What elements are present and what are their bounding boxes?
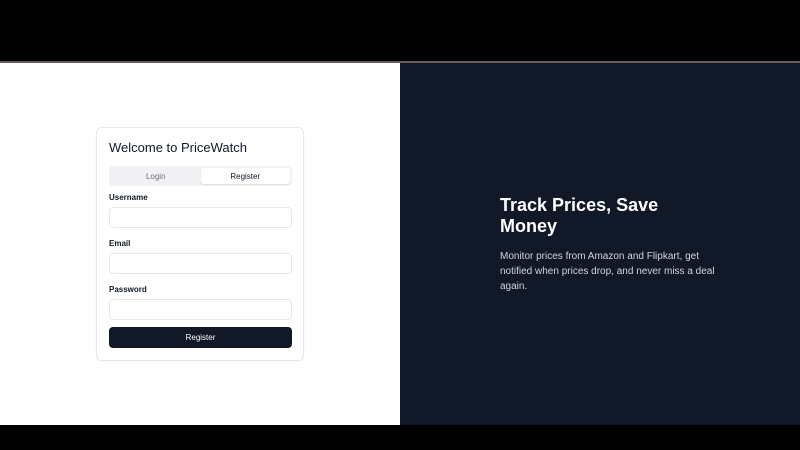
auth-tabs: Login Register xyxy=(109,166,292,186)
auth-pane: Welcome to PriceWatch Login Register Use… xyxy=(0,63,400,425)
hero-pane: Track Prices, Save Money Monitor prices … xyxy=(400,63,800,425)
card-title: Welcome to PriceWatch xyxy=(109,140,247,155)
email-field[interactable] xyxy=(109,253,292,274)
hero-title: Track Prices, Save Money xyxy=(500,195,659,236)
bottom-letterbox xyxy=(0,425,800,450)
tab-register[interactable]: Register xyxy=(200,168,290,184)
tab-login[interactable]: Login xyxy=(111,168,201,184)
auth-card: Welcome to PriceWatch Login Register Use… xyxy=(96,127,304,361)
password-label: Password xyxy=(109,285,147,294)
password-field[interactable] xyxy=(109,299,292,320)
email-label: Email xyxy=(109,239,131,248)
top-letterbox xyxy=(0,0,800,62)
hero-content: Track Prices, Save Money Monitor prices … xyxy=(500,195,720,294)
username-label: Username xyxy=(109,193,148,202)
register-button[interactable]: Register xyxy=(109,327,292,348)
username-field[interactable] xyxy=(109,207,292,228)
hero-description: Monitor prices from Amazon and Flipkart,… xyxy=(500,251,715,292)
